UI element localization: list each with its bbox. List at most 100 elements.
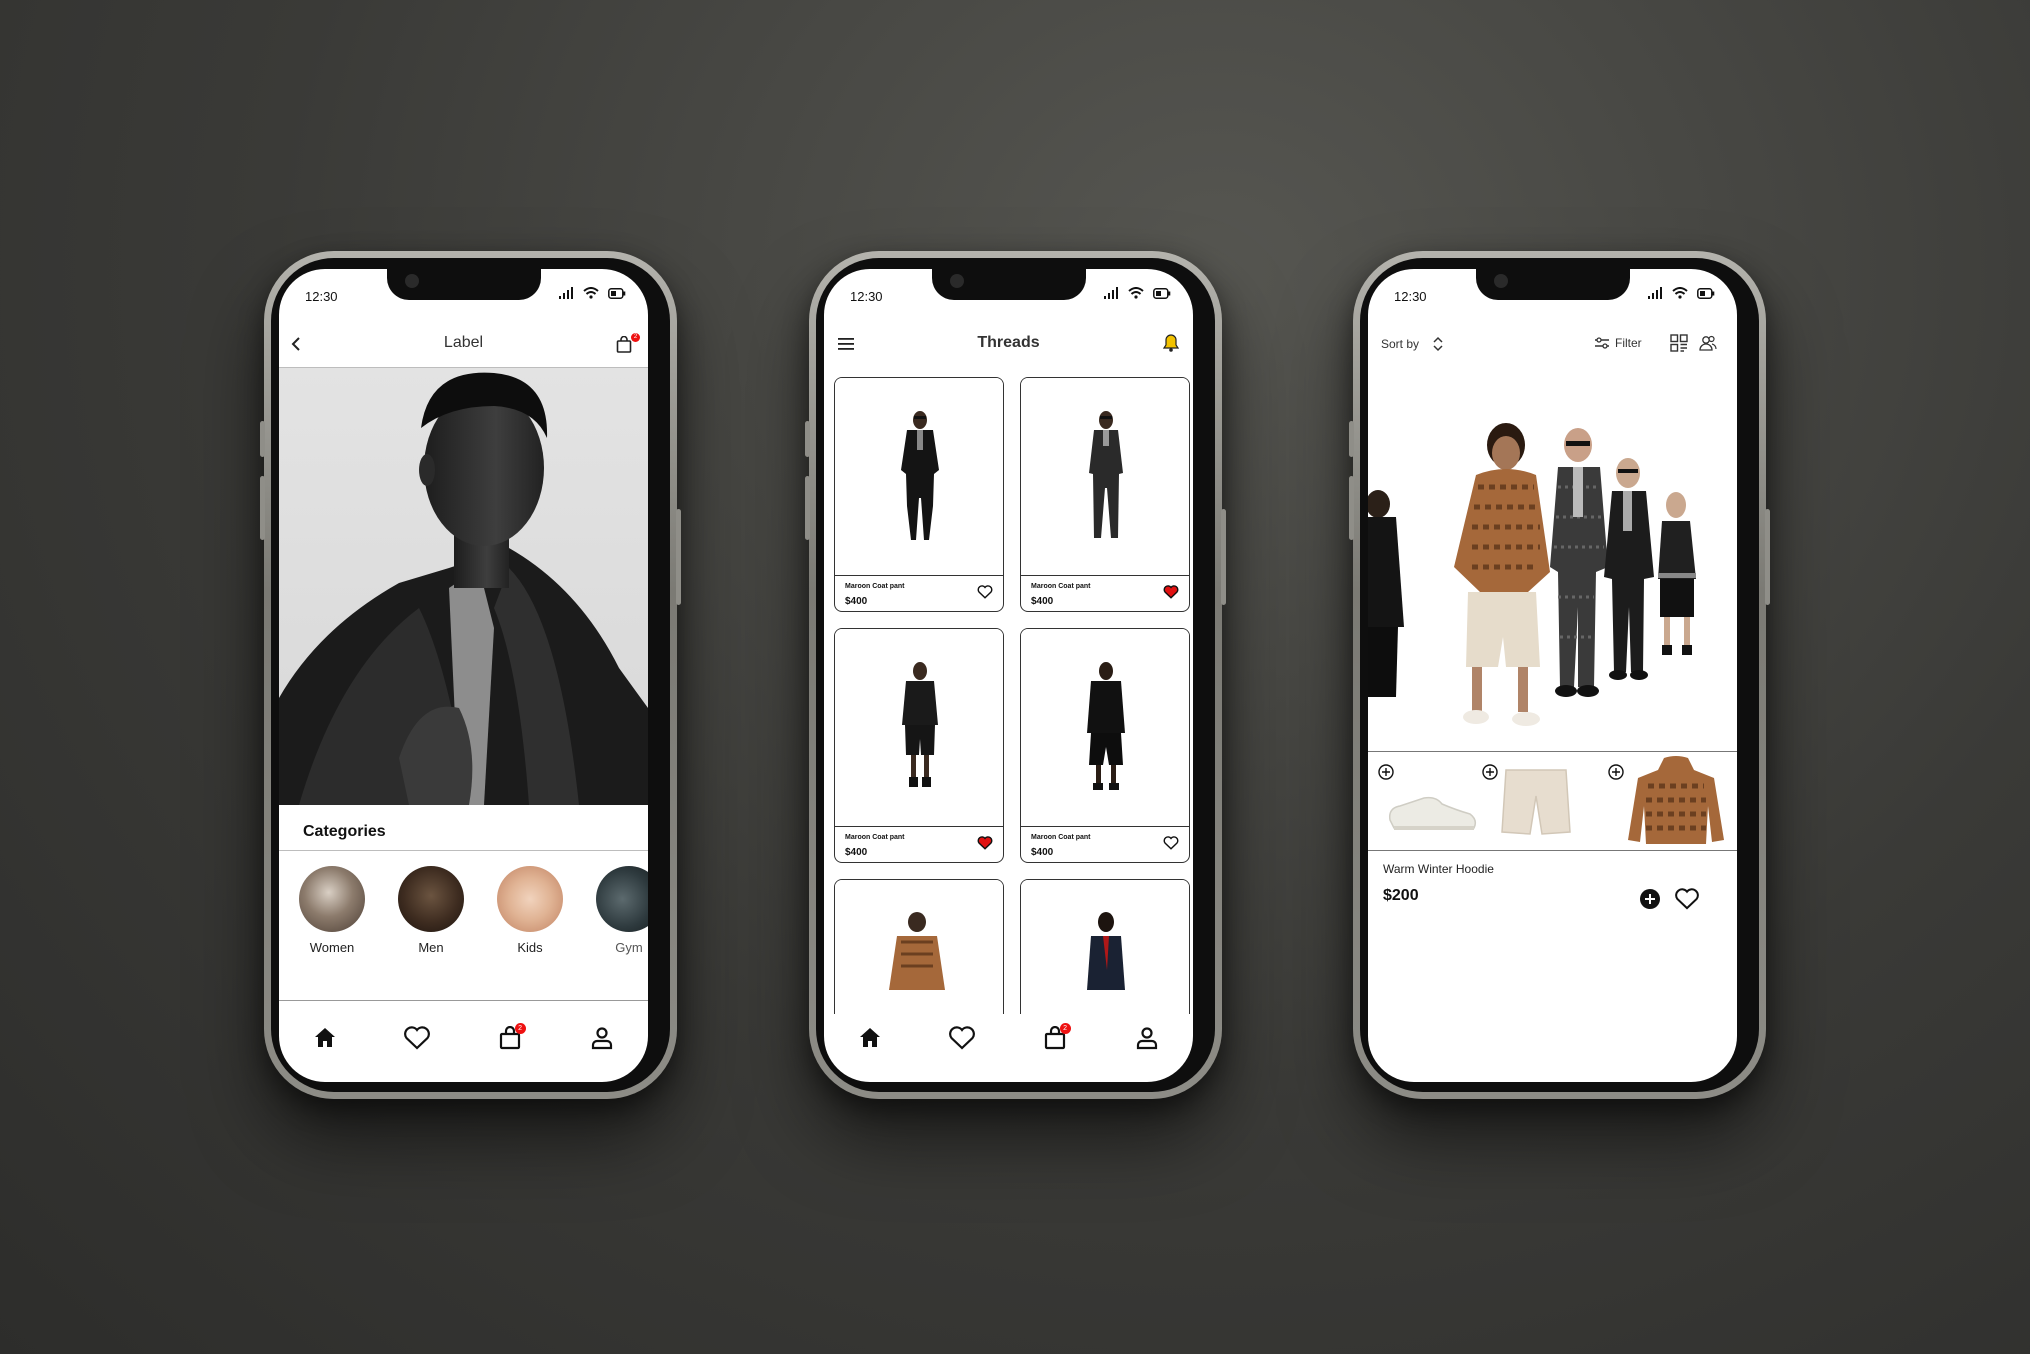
heart-filled-icon[interactable] [1163, 585, 1179, 599]
heart-outline-icon[interactable] [977, 585, 993, 599]
toolbar: Sort by Filter [1368, 321, 1737, 367]
product-card[interactable] [1020, 879, 1190, 1014]
product-card[interactable]: Maroon Coat pant $400 [1020, 628, 1190, 863]
category-men-image [398, 866, 464, 932]
filter-button[interactable]: Filter [1595, 336, 1642, 350]
outfit-item-shorts[interactable] [1482, 762, 1582, 842]
categories-title: Categories [303, 823, 386, 840]
outfit-item-hoodie[interactable] [1608, 756, 1728, 846]
tab-favorites[interactable] [942, 1026, 982, 1056]
product-name: Maroon Coat pant [845, 583, 905, 590]
battery-icon [1153, 287, 1171, 299]
wifi-icon [583, 287, 599, 299]
product-card[interactable]: Maroon Coat pant $400 [834, 377, 1004, 612]
signal-icon [1648, 287, 1662, 299]
product-price: $200 [1383, 887, 1419, 904]
heart-icon [949, 1026, 976, 1050]
tab-profile[interactable] [1127, 1026, 1167, 1056]
battery-icon [608, 287, 626, 299]
home-icon [860, 1028, 881, 1047]
wifi-icon [1672, 287, 1688, 299]
shopping-bag-icon [616, 336, 632, 353]
sort-arrows-icon [1433, 336, 1443, 352]
heart-outline-icon[interactable] [1163, 836, 1179, 850]
category-label: Women [309, 940, 355, 955]
product-name: Maroon Coat pant [1031, 583, 1091, 590]
hero-portrait-image[interactable] [279, 368, 648, 805]
lookbook-group-image[interactable] [1368, 367, 1737, 751]
product-detail-screen: 12:30 Sort by Filter Warm Winter Hoodie … [1368, 269, 1737, 1082]
status-time: 12:30 [305, 289, 338, 304]
add-to-cart-icon[interactable] [1639, 888, 1661, 910]
product-price: $400 [845, 847, 868, 858]
product-image [1021, 880, 1189, 1014]
category-gym[interactable]: Gym [594, 866, 648, 955]
product-price: $400 [1031, 847, 1054, 858]
heart-filled-icon[interactable] [977, 836, 993, 850]
bottom-tab-bar: 2 [824, 1014, 1193, 1082]
tab-home[interactable] [305, 1026, 345, 1056]
tab-favorites[interactable] [397, 1026, 437, 1056]
category-gym-image [596, 866, 648, 932]
category-label: Kids [517, 940, 543, 955]
user-icon [1136, 1027, 1157, 1050]
page-title: Threads [977, 334, 1040, 351]
sort-label: Sort by [1381, 337, 1420, 351]
add-circle-icon[interactable] [1378, 764, 1394, 780]
status-time: 12:30 [1394, 289, 1427, 304]
product-image [835, 629, 1003, 826]
outfit-item-sneaker[interactable] [1378, 762, 1478, 842]
category-women-image [299, 866, 365, 932]
filter-label: Filter [1615, 336, 1642, 350]
tab-cart[interactable]: 2 [1035, 1023, 1075, 1056]
sneaker-icon [1388, 796, 1477, 830]
product-card[interactable] [834, 879, 1004, 1014]
user-icon [591, 1027, 612, 1050]
category-men[interactable]: Men [396, 866, 466, 955]
wifi-icon [1128, 287, 1144, 299]
phone-frame-home: 12:30 Label 2 Categories Women Men Kids … [260, 251, 681, 1099]
bottom-tab-bar: 2 [279, 1014, 648, 1082]
hoodie-icon [1628, 756, 1724, 844]
product-image [1021, 378, 1189, 575]
product-name: Maroon Coat pant [845, 834, 905, 841]
product-price: $400 [845, 596, 868, 607]
tab-home[interactable] [850, 1026, 890, 1056]
cart-button[interactable]: 2 [616, 333, 640, 355]
status-time: 12:30 [850, 289, 883, 304]
filter-sliders-icon [1595, 337, 1609, 349]
shorts-icon [1501, 769, 1571, 835]
add-circle-icon[interactable] [1608, 764, 1624, 780]
tab-cart-badge: 2 [1059, 1023, 1071, 1034]
notification-bell-icon[interactable] [1163, 334, 1179, 352]
home-icon [315, 1028, 336, 1047]
product-price: $400 [1031, 596, 1054, 607]
product-card[interactable]: Maroon Coat pant $400 [1020, 377, 1190, 612]
sort-by-button[interactable]: Sort by [1381, 336, 1443, 352]
heart-icon [404, 1026, 431, 1050]
category-kids[interactable]: Kids [495, 866, 565, 955]
tab-cart-badge: 2 [514, 1023, 526, 1034]
product-card[interactable]: Maroon Coat pant $400 [834, 628, 1004, 863]
threads-screen: 12:30 Threads Maroon Coat pant $400 Maro… [824, 269, 1193, 1082]
top-app-bar: Threads [824, 321, 1193, 367]
tab-profile[interactable] [582, 1026, 622, 1056]
top-app-bar: Label 2 [279, 321, 648, 367]
category-label: Men [418, 940, 444, 955]
cart-badge: 2 [631, 333, 640, 342]
complete-the-look-row [1368, 752, 1737, 849]
product-image [835, 880, 1003, 1014]
phone-frame-product: 12:30 Sort by Filter Warm Winter Hoodie … [1349, 251, 1770, 1099]
phone-frame-threads: 12:30 Threads Maroon Coat pant $400 Maro… [805, 251, 1226, 1099]
tab-cart[interactable]: 2 [490, 1023, 530, 1056]
grid-view-icon[interactable] [1670, 334, 1688, 352]
battery-icon [1697, 287, 1715, 299]
categories-row: Women Men Kids Gym [279, 866, 648, 956]
group-users-icon[interactable] [1699, 334, 1717, 352]
heart-outline-icon[interactable] [1674, 888, 1700, 910]
category-women[interactable]: Women [297, 866, 367, 955]
product-image [835, 378, 1003, 575]
product-image [1021, 629, 1189, 826]
add-circle-icon[interactable] [1482, 764, 1498, 780]
category-label: Gym [615, 940, 643, 955]
